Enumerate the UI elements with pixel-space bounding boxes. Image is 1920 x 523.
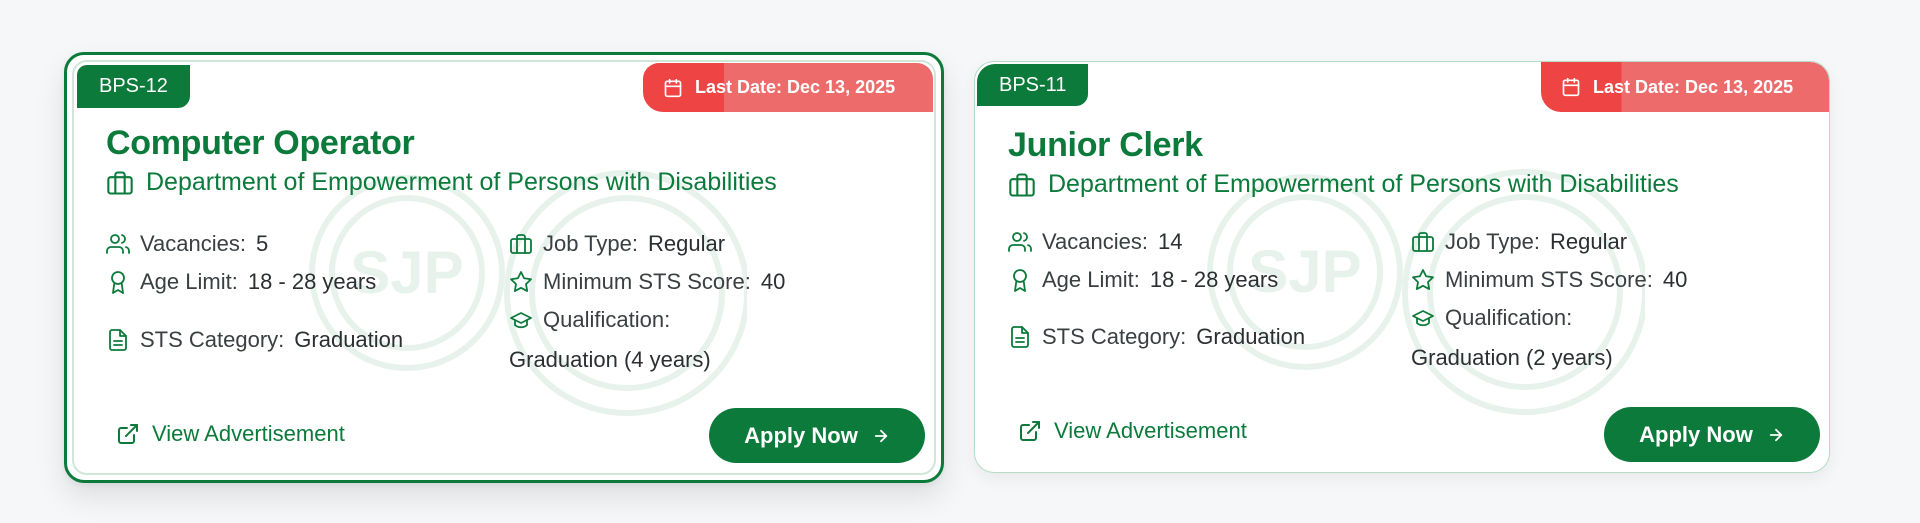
age-value: 18 - 28 years xyxy=(1149,267,1279,292)
apply-now-button[interactable]: Apply Now xyxy=(1604,407,1820,462)
external-link-icon xyxy=(118,424,138,444)
vacancies-label: Vacancies: xyxy=(1042,229,1148,254)
deadline-text: Last Date: Dec 13, 2025 xyxy=(1593,76,1794,97)
vacancies-row: Vacancies: 14 xyxy=(1008,229,1182,255)
job-title: Computer Operator xyxy=(106,124,415,162)
min-sts-row: Minimum STS Score: 40 xyxy=(509,269,785,295)
sts-category-value: Graduation xyxy=(294,327,404,352)
view-advertisement-label: View Advertisement xyxy=(152,421,345,446)
age-label: Age Limit: xyxy=(1042,267,1140,292)
min-sts-value: 40 xyxy=(760,269,786,294)
department: Department of Empowerment of Persons wit… xyxy=(106,168,777,197)
arrow-right-icon xyxy=(874,429,887,442)
vacancies-label: Vacancies: xyxy=(140,231,246,256)
grade-badge: BPS-12 xyxy=(77,65,190,108)
qualification-row: Qualification: xyxy=(509,307,670,333)
age-label: Age Limit: xyxy=(140,269,238,294)
vacancies-value: 14 xyxy=(1157,229,1183,254)
sts-category-label: STS Category: xyxy=(1042,324,1187,349)
min-sts-row: Minimum STS Score: 40 xyxy=(1411,267,1687,293)
department: Department of Empowerment of Persons wit… xyxy=(1008,170,1679,199)
apply-now-label: Apply Now xyxy=(744,422,858,448)
job-type-label: Job Type: xyxy=(1445,229,1540,254)
qualification-value: Graduation (2 years) xyxy=(1411,345,1613,370)
graduation-cap-icon xyxy=(1412,310,1434,327)
job-type-label: Job Type: xyxy=(543,231,638,256)
apply-now-button[interactable]: Apply Now xyxy=(709,408,925,463)
sts-category-row: STS Category: Graduation xyxy=(106,327,403,353)
min-sts-label: Minimum STS Score: xyxy=(543,269,751,294)
sts-category-label: STS Category: xyxy=(140,327,285,352)
arrow-right-icon xyxy=(1769,428,1782,441)
view-advertisement-link[interactable]: View Advertisement xyxy=(116,421,345,447)
calendar-icon xyxy=(1562,77,1580,97)
star-icon xyxy=(510,271,532,292)
qualification-label: Qualification: xyxy=(543,307,671,332)
min-sts-label: Minimum STS Score: xyxy=(1445,267,1653,292)
file-text-icon xyxy=(1011,326,1029,348)
apply-now-label: Apply Now xyxy=(1639,421,1753,447)
department-name: Department of Empowerment of Persons wit… xyxy=(1048,170,1679,198)
award-icon xyxy=(1013,269,1027,292)
job-card[interactable]: SJP BPS-11 Last Date: Dec 13, 2025 Junio… xyxy=(974,61,1830,473)
briefcase-icon xyxy=(107,170,133,195)
calendar-icon xyxy=(664,78,682,97)
deadline-text: Last Date: Dec 13, 2025 xyxy=(695,77,896,97)
qualification-value: Graduation (4 years) xyxy=(509,347,711,372)
job-type-value: Regular xyxy=(648,231,726,256)
age-row: Age Limit: 18 - 28 years xyxy=(106,269,376,295)
vacancies-row: Vacancies: 5 xyxy=(106,231,268,257)
grade-badge: BPS-11 xyxy=(977,64,1089,106)
users-icon xyxy=(1008,232,1032,252)
vacancies-value: 5 xyxy=(255,231,269,256)
qualification-label: Qualification: xyxy=(1445,305,1573,330)
job-type-row: Job Type: Regular xyxy=(509,231,725,257)
view-advertisement-link[interactable]: View Advertisement xyxy=(1018,418,1247,444)
age-value: 18 - 28 years xyxy=(247,269,377,294)
job-title: Junior Clerk xyxy=(1008,126,1203,164)
graduation-cap-icon xyxy=(510,312,532,329)
users-icon xyxy=(106,234,130,254)
department-name: Department of Empowerment of Persons wit… xyxy=(146,168,777,196)
deadline-badge: Last Date: Dec 13, 2025 xyxy=(1541,62,1829,112)
star-icon xyxy=(1412,269,1434,290)
award-icon xyxy=(111,271,125,294)
briefcase-icon xyxy=(510,234,532,254)
view-advertisement-label: View Advertisement xyxy=(1054,418,1247,443)
sts-category-row: STS Category: Graduation xyxy=(1008,324,1305,350)
briefcase-icon xyxy=(1412,232,1434,252)
job-type-value: Regular xyxy=(1550,229,1628,254)
briefcase-icon xyxy=(1009,172,1035,197)
age-row: Age Limit: 18 - 28 years xyxy=(1008,267,1278,293)
qualification-row: Qualification: xyxy=(1411,305,1572,331)
sts-category-value: Graduation xyxy=(1196,324,1306,349)
file-text-icon xyxy=(109,329,127,351)
min-sts-value: 40 xyxy=(1662,267,1688,292)
job-card[interactable]: SJP BPS-12 Last Date: Dec 13, 2025 Compu… xyxy=(64,52,944,483)
job-type-row: Job Type: Regular xyxy=(1411,229,1627,255)
deadline-badge: Last Date: Dec 13, 2025 xyxy=(643,63,933,112)
external-link-icon xyxy=(1020,421,1040,441)
